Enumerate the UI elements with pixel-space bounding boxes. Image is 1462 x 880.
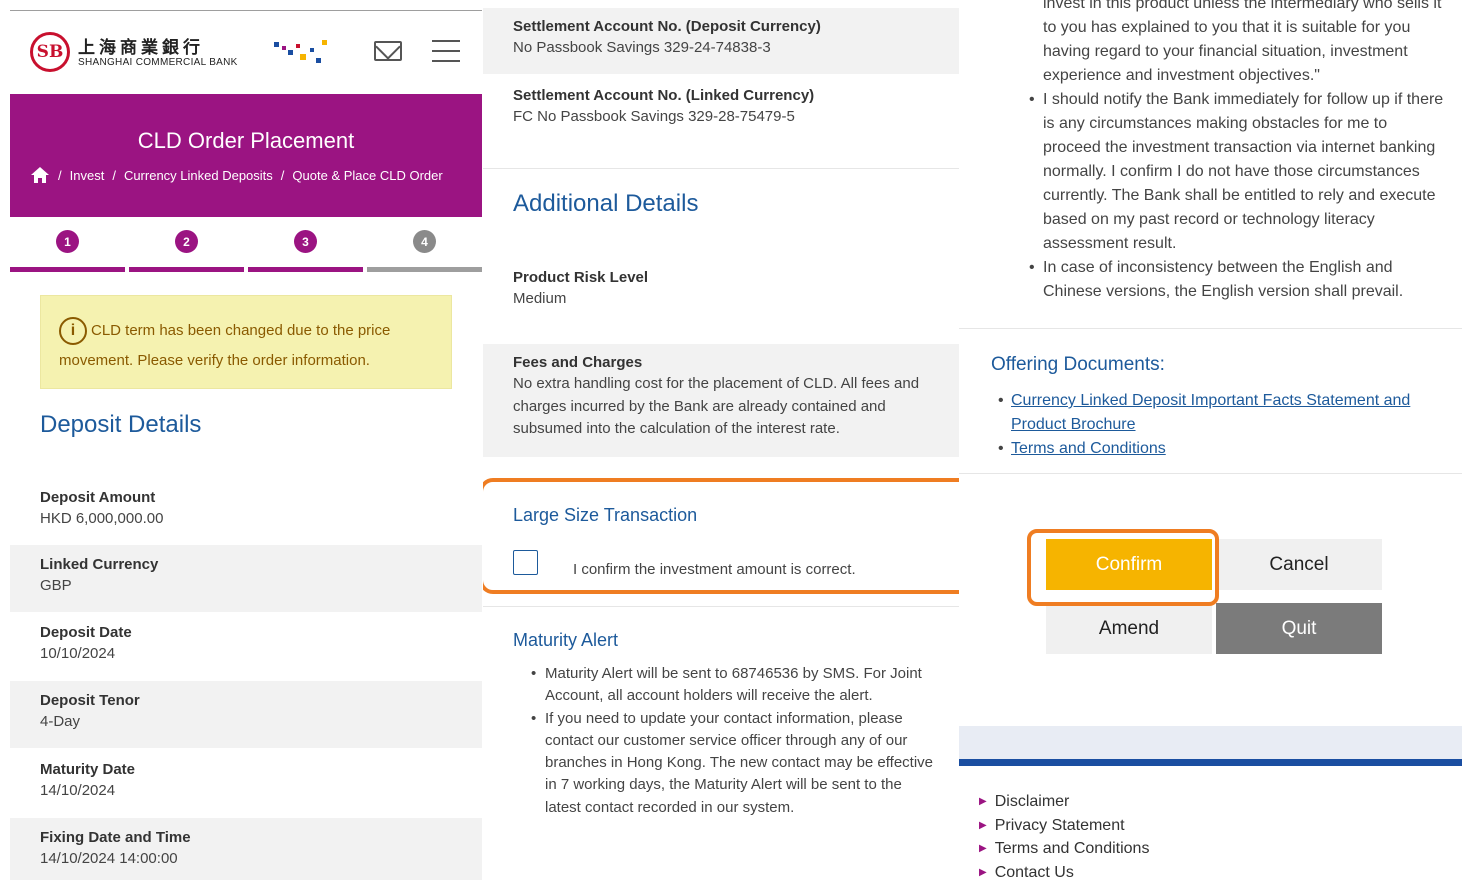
additional-details-title: Additional Details [513,190,699,217]
price-change-alert: i CLD term has been changed due to the pr… [40,295,452,389]
offering-documents-list: Currency Linked Deposit Important Facts … [998,389,1441,461]
fees-row: Fees and Charges No extra handling cost f… [483,344,959,457]
step-2: 2 [129,228,244,272]
list-item: If you need to update your contact infor… [531,708,937,819]
quit-button[interactable]: Quit [1216,603,1382,654]
deposit-details-title: Deposit Details [40,411,202,438]
offering-documents-title: Offering Documents: [991,354,1165,375]
detail-row-maturity-date: Maturity Date 14/10/2024 [40,761,136,799]
bank-name-english: SHANGHAI COMMERCIAL BANK [78,57,238,68]
info-icon: i [59,317,87,346]
detail-row-linked-currency: Linked Currency GBP [10,545,482,612]
breadcrumb-cld[interactable]: Currency Linked Deposits [124,168,273,183]
cancel-button[interactable]: Cancel [1216,539,1382,590]
maturity-alert-list: Maturity Alert will be sent to 68746536 … [531,663,937,819]
detail-row-fixing-date: Fixing Date and Time 14/10/2024 14:00:00 [10,818,482,880]
logo-dots-icon [274,40,327,63]
footer-links: Disclaimer Privacy Statement Terms and C… [979,790,1150,880]
detail-row-deposit-tenor: Deposit Tenor 4-Day [10,681,482,748]
step-1: 1 [10,228,125,272]
mail-icon[interactable] [374,41,402,61]
settlement-deposit-row: Settlement Account No. (Deposit Currency… [483,8,959,74]
list-item: I should notify the Bank immediately for… [1029,88,1448,256]
detail-row-deposit-amount: Deposit Amount HKD 6,000,000.00 [40,489,164,527]
breadcrumb-quote[interactable]: Quote & Place CLD Order [292,168,442,183]
maturity-alert-title: Maturity Alert [513,630,619,650]
highlight-box-large-transaction [483,478,959,594]
footer-band [959,726,1462,760]
middle-panel: Settlement Account No. (Deposit Currency… [483,0,959,880]
risk-level-row: Product Risk Level Medium [513,269,649,307]
facts-statement-link[interactable]: Currency Linked Deposit Important Facts … [1011,392,1410,433]
highlight-box-confirm [1027,529,1219,606]
step-3: 3 [248,228,363,272]
list-item: Currency Linked Deposit Important Facts … [998,389,1441,437]
footer-link-contact[interactable]: Contact Us [979,861,1149,880]
footer-bar [959,759,1462,766]
alert-text: CLD term has been changed due to the pri… [59,322,391,369]
right-panel: invest in this product unless the interm… [959,0,1462,880]
list-item: In case of inconsistency between the Eng… [1029,256,1448,304]
page-title: CLD Order Placement [137,128,355,153]
hamburger-menu-icon[interactable] [432,40,460,62]
page-banner [10,94,482,217]
breadcrumb-invest[interactable]: Invest [70,168,105,183]
breadcrumb: / Invest / Currency Linked Deposits / Qu… [30,166,443,184]
detail-row-deposit-date: Deposit Date 10/10/2024 [40,624,132,662]
list-item: Terms and Conditions [998,437,1441,461]
bank-name-chinese: 上海商業銀行 [78,38,204,58]
home-icon[interactable] [30,166,50,184]
left-panel: SB 上海商業銀行 SHANGHAI COMMERCIAL BANK CLD O… [10,0,482,880]
settlement-linked-row: Settlement Account No. (Linked Currency)… [513,87,815,125]
list-item: invest in this product unless the interm… [1043,0,1442,84]
amend-button[interactable]: Amend [1046,603,1212,654]
terms-conditions-link[interactable]: Terms and Conditions [1011,440,1166,457]
step-4: 4 [367,228,482,272]
logo-seal-text: SB [36,42,64,62]
footer-link-privacy[interactable]: Privacy Statement [979,814,1149,838]
progress-steps: 1 2 3 4 [10,228,482,272]
terms-list: invest in this product unless the interm… [1029,0,1448,304]
list-item: Maturity Alert will be sent to 68746536 … [531,663,937,708]
footer-link-terms[interactable]: Terms and Conditions [979,837,1150,861]
bank-logo-seal[interactable]: SB [30,32,70,72]
footer-link-disclaimer[interactable]: Disclaimer [979,790,1149,814]
header-divider [10,10,482,11]
